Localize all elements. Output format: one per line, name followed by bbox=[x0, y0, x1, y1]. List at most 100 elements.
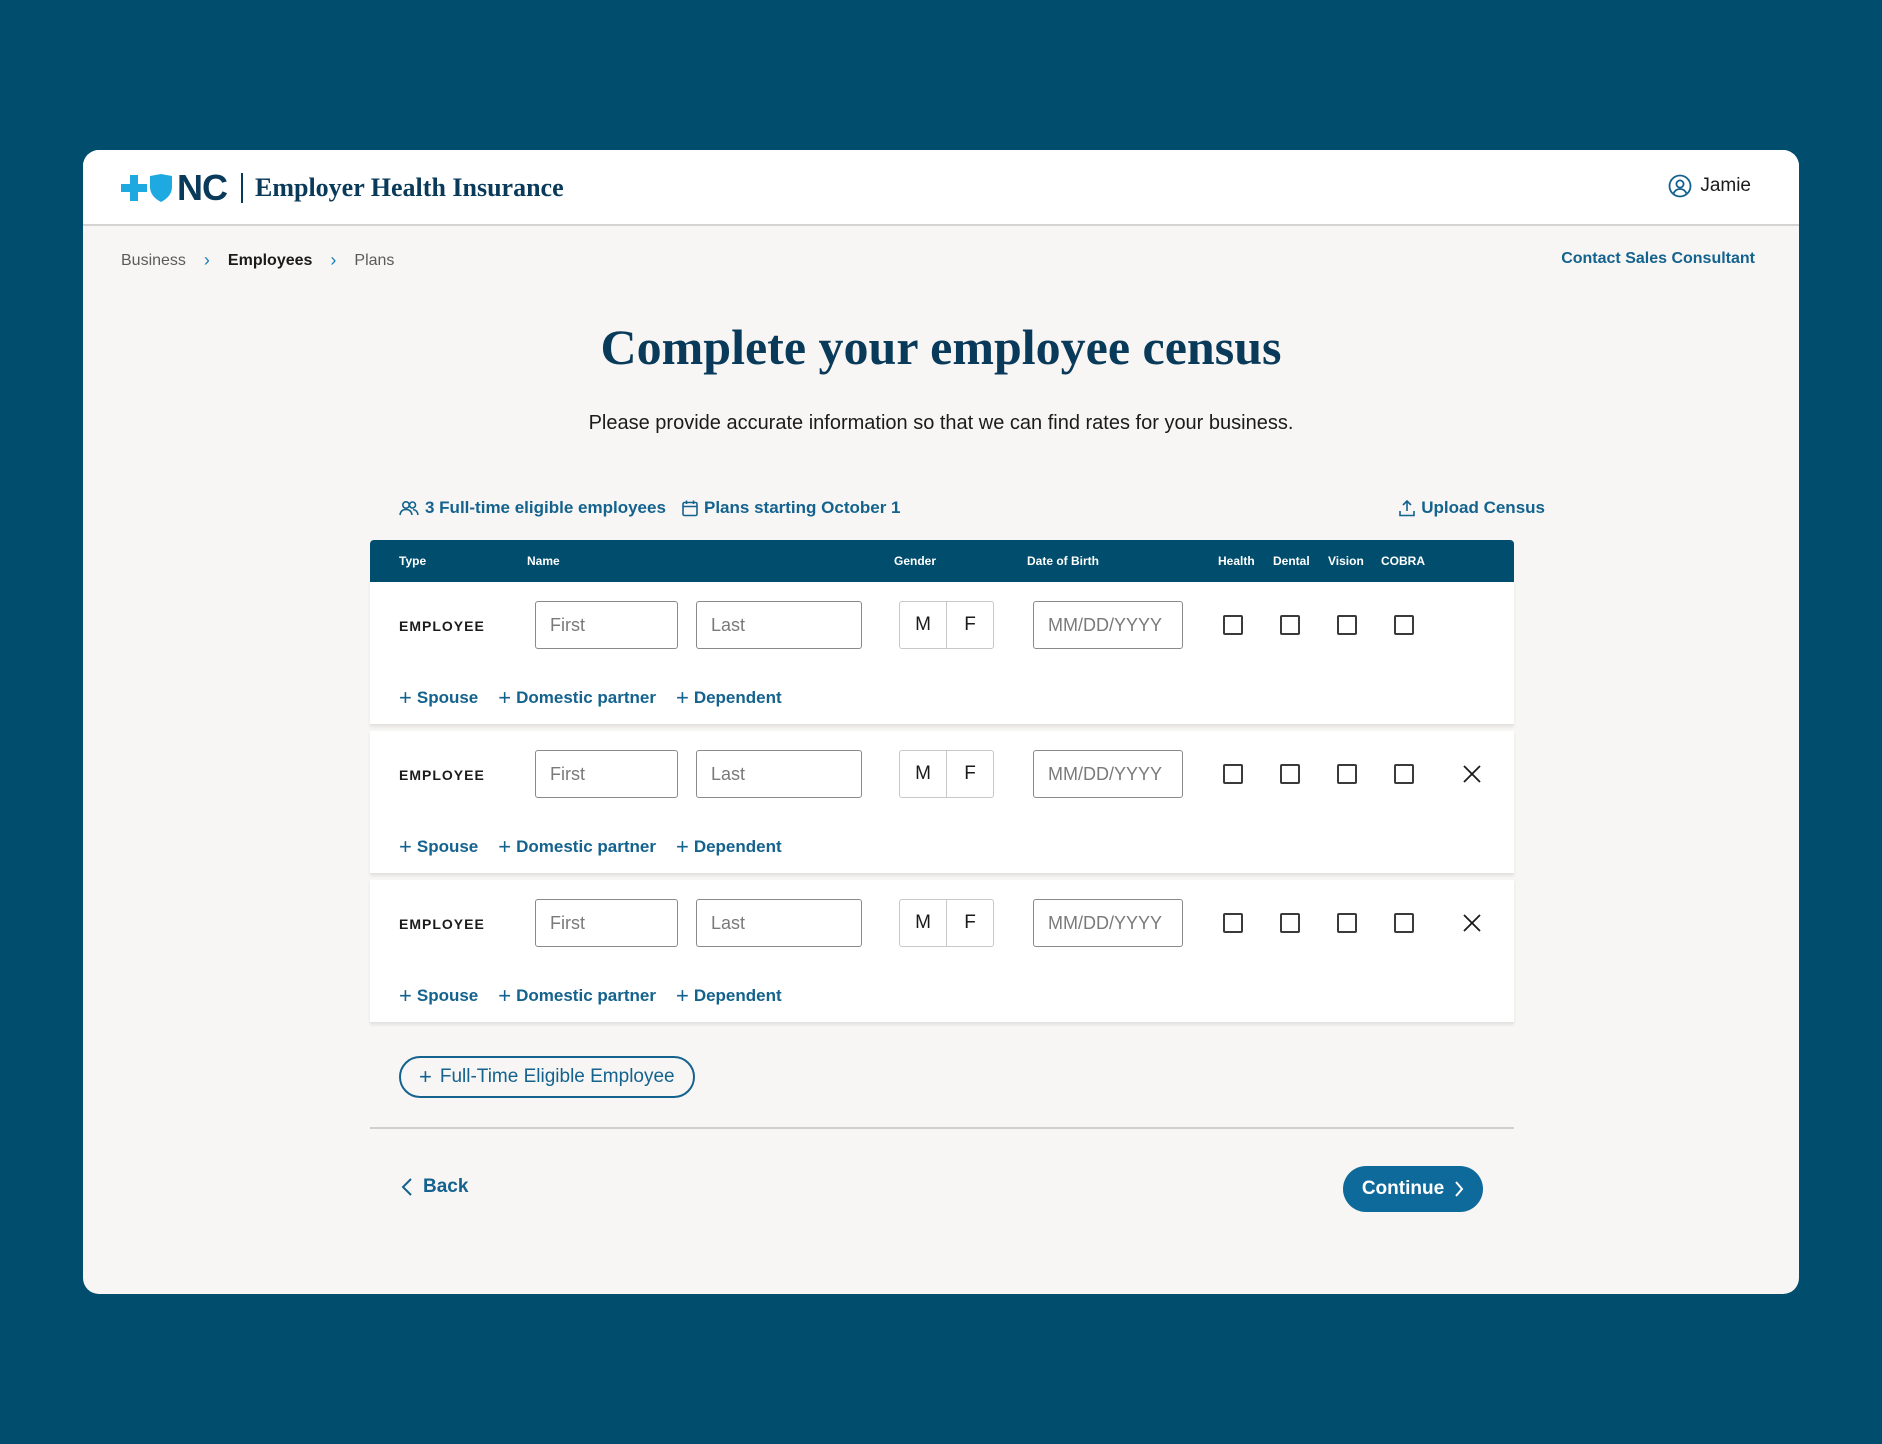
add-employee-button[interactable]: + Full-Time Eligible Employee bbox=[399, 1056, 695, 1098]
plan-start: Plans starting October 1 bbox=[682, 498, 901, 518]
close-icon[interactable] bbox=[1461, 912, 1483, 934]
breadcrumb-employees[interactable]: Employees bbox=[228, 252, 312, 270]
vision-checkbox[interactable] bbox=[1337, 913, 1357, 933]
breadcrumb-business[interactable]: Business bbox=[121, 252, 186, 270]
dob-input[interactable] bbox=[1033, 899, 1183, 947]
cobra-checkbox[interactable] bbox=[1394, 913, 1414, 933]
add-spouse-label: Spouse bbox=[416, 688, 479, 707]
breadcrumb-plans[interactable]: Plans bbox=[354, 252, 394, 270]
contact-sales-link[interactable]: Contact Sales Consultant bbox=[1561, 250, 1755, 268]
users-icon bbox=[399, 500, 419, 516]
vision-checkbox[interactable] bbox=[1337, 615, 1357, 635]
plus-icon: + bbox=[399, 685, 412, 710]
cobra-checkbox[interactable] bbox=[1394, 764, 1414, 784]
first-name-input[interactable] bbox=[535, 899, 678, 947]
add-spouse-button[interactable]: + Spouse bbox=[399, 836, 478, 858]
health-checkbox[interactable] bbox=[1223, 764, 1243, 784]
logo-divider bbox=[241, 173, 243, 203]
user-icon bbox=[1668, 174, 1692, 198]
dental-checkbox[interactable] bbox=[1280, 615, 1300, 635]
chevron-left-icon bbox=[401, 1178, 412, 1196]
chevron-right-icon: › bbox=[330, 250, 337, 270]
header-gender: Gender bbox=[894, 554, 937, 568]
close-icon[interactable] bbox=[1461, 763, 1483, 785]
plus-icon: + bbox=[498, 834, 512, 859]
add-partner-button[interactable]: + Domestic partner bbox=[498, 985, 656, 1007]
header-health: Health bbox=[1218, 554, 1255, 568]
row-type: EMPLOYEE bbox=[399, 767, 485, 783]
census-table: Type Name Gender Date of Birth Health De… bbox=[370, 540, 1514, 1029]
gender-m-button[interactable]: M bbox=[900, 602, 946, 648]
gender-m-button[interactable]: M bbox=[900, 900, 946, 946]
dob-input[interactable] bbox=[1033, 750, 1183, 798]
table-header: Type Name Gender Date of Birth Health De… bbox=[370, 540, 1514, 582]
page-title: Complete your employee census bbox=[600, 319, 1282, 375]
back-button[interactable]: Back bbox=[401, 1176, 468, 1198]
add-spouse-label: Spouse bbox=[416, 986, 479, 1005]
gender-toggle: M F bbox=[899, 750, 994, 798]
plus-icon: + bbox=[675, 834, 689, 859]
row-type: EMPLOYEE bbox=[399, 618, 485, 634]
first-name-input[interactable] bbox=[535, 601, 678, 649]
last-name-input[interactable] bbox=[696, 601, 862, 649]
cross-icon bbox=[121, 175, 147, 201]
upload-icon bbox=[1399, 499, 1416, 516]
header-cobra: COBRA bbox=[1381, 554, 1425, 568]
row-actions: + Spouse + Domestic partner + Dependent bbox=[399, 836, 782, 858]
employee-count-label: 3 Full-time eligible employees bbox=[425, 498, 666, 517]
gender-toggle: M F bbox=[899, 899, 994, 947]
add-employee-label: Full-Time Eligible Employee bbox=[439, 1066, 675, 1087]
add-dependent-label: Dependent bbox=[693, 688, 782, 707]
gender-m-button[interactable]: M bbox=[900, 751, 946, 797]
dental-checkbox[interactable] bbox=[1280, 913, 1300, 933]
last-name-input[interactable] bbox=[696, 899, 862, 947]
table-row: EMPLOYEE M F +Spouse +Domestic partner +… bbox=[370, 582, 1514, 725]
continue-label: Continue bbox=[1361, 1178, 1445, 1199]
app-title: Employer Health Insurance bbox=[255, 173, 564, 202]
add-partner-label: Domestic partner bbox=[516, 986, 656, 1005]
table-row: EMPLOYEE M F +Spouse +Domestic partner +… bbox=[370, 880, 1514, 1023]
shield-icon bbox=[150, 174, 172, 202]
add-dependent-button[interactable]: + Dependent bbox=[676, 836, 782, 858]
first-name-input[interactable] bbox=[535, 750, 678, 798]
user-name: Jamie bbox=[1700, 175, 1751, 196]
logo-text: NC bbox=[177, 167, 228, 208]
add-dependent-button[interactable]: + Dependent bbox=[676, 985, 782, 1007]
add-spouse-button[interactable]: + Spouse bbox=[399, 687, 478, 709]
top-bar: NC Employer Health Insurance Jamie bbox=[83, 150, 1799, 226]
health-checkbox[interactable] bbox=[1223, 913, 1243, 933]
gender-f-button[interactable]: F bbox=[946, 900, 993, 946]
dob-input[interactable] bbox=[1033, 601, 1183, 649]
plus-icon: + bbox=[498, 685, 512, 710]
add-partner-button[interactable]: + Domestic partner bbox=[498, 687, 656, 709]
continue-button[interactable]: Continue bbox=[1343, 1166, 1483, 1212]
upload-census-button[interactable]: Upload Census bbox=[1399, 498, 1545, 518]
brand-logo[interactable]: NC Employer Health Insurance bbox=[121, 167, 564, 208]
health-checkbox[interactable] bbox=[1223, 615, 1243, 635]
plus-icon: + bbox=[399, 834, 412, 859]
upload-census-label: Upload Census bbox=[1421, 498, 1545, 517]
add-partner-label: Domestic partner bbox=[516, 688, 656, 707]
last-name-input[interactable] bbox=[696, 750, 862, 798]
gender-toggle: M F bbox=[899, 601, 994, 649]
dental-checkbox[interactable] bbox=[1280, 764, 1300, 784]
breadcrumb: Business › Employees › Plans bbox=[121, 250, 394, 271]
header-type: Type bbox=[399, 554, 427, 568]
page-subtitle: Please provide accurate information so t… bbox=[588, 412, 1294, 434]
calendar-icon bbox=[682, 500, 698, 516]
add-spouse-button[interactable]: + Spouse bbox=[399, 985, 478, 1007]
plus-icon: + bbox=[419, 1064, 432, 1089]
cobra-checkbox[interactable] bbox=[1394, 615, 1414, 635]
table-row: EMPLOYEE M F +Spouse +Domestic partner +… bbox=[370, 731, 1514, 874]
plus-icon: + bbox=[675, 983, 689, 1008]
plus-icon: + bbox=[498, 983, 512, 1008]
gender-f-button[interactable]: F bbox=[946, 751, 993, 797]
add-partner-button[interactable]: + Domestic partner bbox=[498, 836, 656, 858]
header-dental: Dental bbox=[1273, 554, 1310, 568]
add-dependent-button[interactable]: + Dependent bbox=[676, 687, 782, 709]
employee-count: 3 Full-time eligible employees bbox=[399, 498, 666, 518]
user-menu[interactable]: Jamie bbox=[1668, 174, 1751, 198]
plus-icon: + bbox=[675, 685, 689, 710]
vision-checkbox[interactable] bbox=[1337, 764, 1357, 784]
gender-f-button[interactable]: F bbox=[946, 602, 993, 648]
